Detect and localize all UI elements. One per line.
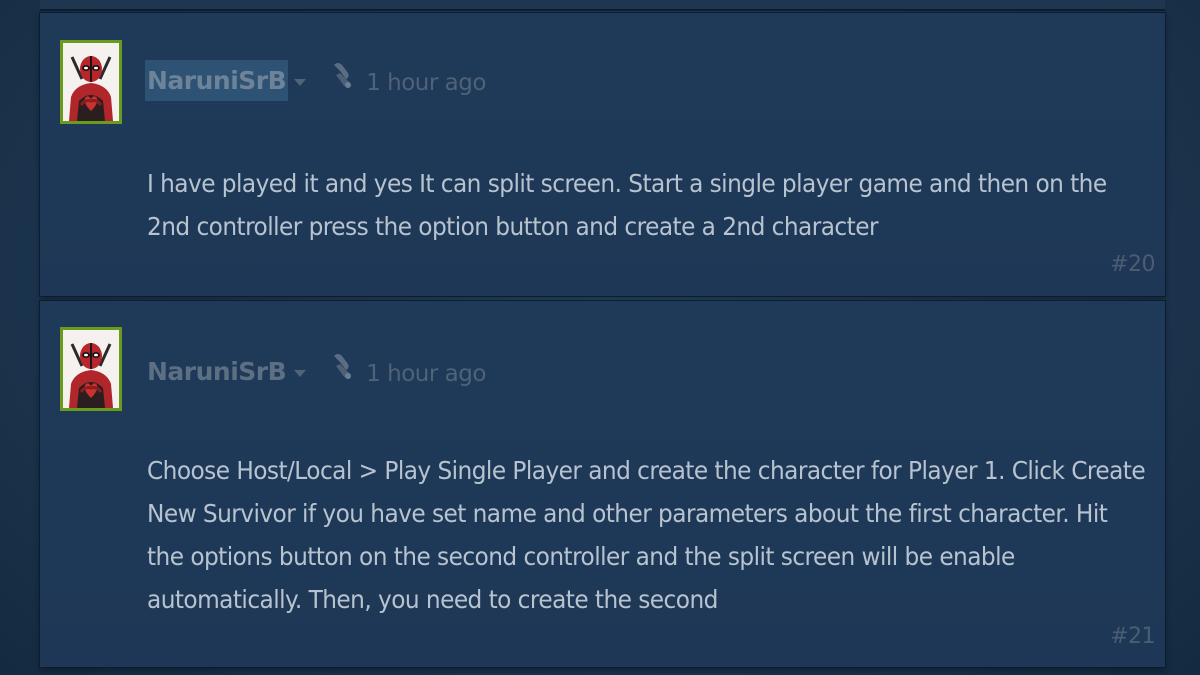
comment-author-row: NaruniSrB 1 hour ago xyxy=(145,344,486,398)
author-menu-caret-icon[interactable] xyxy=(294,78,307,86)
deadpool-avatar-icon xyxy=(63,43,119,121)
author-name-link[interactable]: NaruniSrB xyxy=(145,59,289,101)
author-name-link[interactable]: NaruniSrB xyxy=(145,351,288,392)
comment-number-link[interactable]: #21 xyxy=(1110,624,1155,649)
avatar[interactable] xyxy=(60,327,122,411)
comment-body: I have played it and yes It can split sc… xyxy=(147,169,1107,241)
previous-comment-edge xyxy=(40,0,1165,11)
comment-body: Choose Host/Local > Play Single Player a… xyxy=(147,456,1146,614)
discussion-page: NaruniSrB 1 hour ago I have played it an… xyxy=(0,0,1200,675)
award-icon[interactable] xyxy=(328,59,356,91)
comment-timestamp: 1 hour ago xyxy=(366,70,486,96)
author-menu-caret-icon[interactable] xyxy=(294,369,307,377)
comment-number-link[interactable]: #20 xyxy=(1110,252,1155,277)
comment-20: NaruniSrB 1 hour ago I have played it an… xyxy=(40,13,1165,296)
comment-timestamp: 1 hour ago xyxy=(366,361,486,387)
comment-author-row: NaruniSrB 1 hour ago xyxy=(145,53,486,107)
award-icon[interactable] xyxy=(328,350,356,382)
comment-21: NaruniSrB 1 hour ago Choose Host/Local >… xyxy=(40,301,1165,667)
avatar[interactable] xyxy=(60,40,122,124)
deadpool-avatar-icon xyxy=(63,330,119,408)
